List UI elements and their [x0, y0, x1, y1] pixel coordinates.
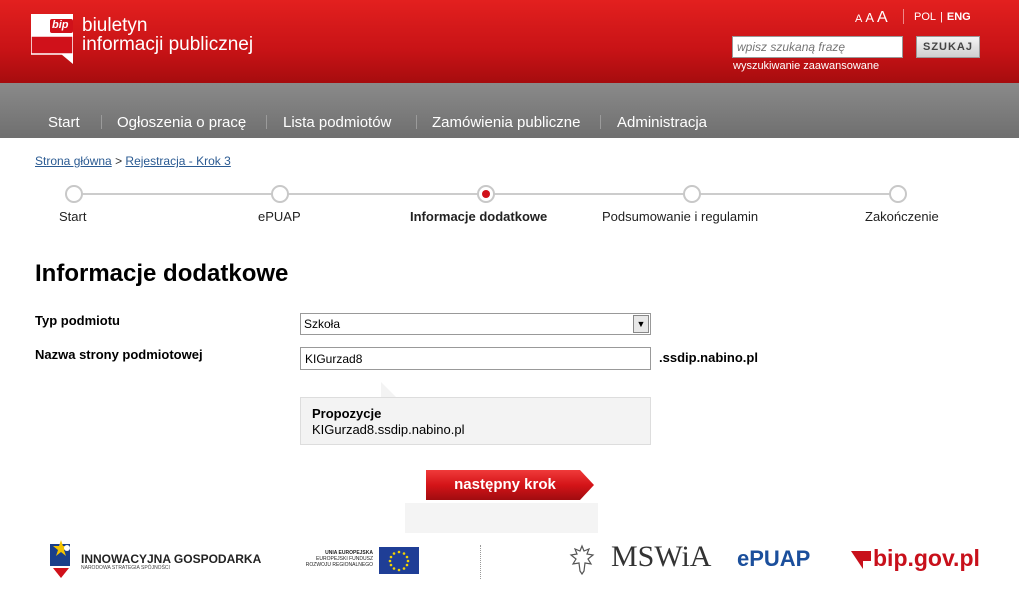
bip-gov-logo[interactable]: bip.gov.pl [873, 545, 980, 572]
logo-line2: informacji publicznej [82, 34, 254, 55]
nav-item-public-orders[interactable]: Zamówienia publiczne [432, 114, 580, 131]
step-dot-start [65, 185, 83, 203]
entity-type-value: Szkoła [304, 317, 341, 331]
domain-suffix: .ssdip.nabino.pl [659, 350, 758, 365]
bip-arrow-icon [851, 551, 871, 574]
suggestions-title: Propozycje [312, 406, 382, 421]
logo-badge: bip [52, 19, 69, 31]
nav-item-administration[interactable]: Administracja [617, 114, 707, 131]
font-size-switcher: AAA [855, 9, 891, 27]
step-dot-additional-info [477, 185, 495, 203]
search-input[interactable] [732, 36, 903, 58]
button-shadow [405, 503, 598, 533]
logo-text[interactable]: biuletyn informacji publicznej [82, 16, 253, 54]
suggestion-pointer [381, 382, 397, 398]
next-step-button[interactable]: następny krok [426, 470, 594, 500]
lang-pol[interactable]: POL [914, 11, 936, 23]
eagle-emblem-icon [569, 544, 595, 581]
search-button[interactable]: SZUKAJ [916, 36, 980, 58]
nav-separator [600, 115, 601, 129]
nav-item-job-offers[interactable]: Ogłoszenia o pracę [117, 114, 246, 131]
mswia-logo[interactable]: MSWiA [611, 540, 711, 574]
step-dot-finish [889, 185, 907, 203]
font-size-large[interactable]: A [877, 9, 888, 26]
step-dot-epuap [271, 185, 289, 203]
font-size-medium[interactable]: A [865, 10, 874, 25]
nav-separator [101, 115, 102, 129]
entity-type-label: Typ podmiotu [35, 313, 120, 328]
eu-flag-icon[interactable] [379, 547, 419, 579]
step-label-finish: Zakończenie [865, 209, 939, 224]
eu-fund-text: UNIA EUROPEJSKA EUROPEJSKI FUNDUSZ ROZWO… [300, 550, 373, 568]
footer-divider [480, 545, 481, 579]
site-name-label: Nazwa strony podmiotowej [35, 347, 203, 362]
chevron-down-icon[interactable]: ▼ [633, 315, 649, 333]
next-step-label: następny krok [454, 476, 556, 493]
innovation-subtitle: NARODOWA STRATEGIA SPÓJNOŚCI [81, 565, 170, 571]
language-switcher: POL | ENG [914, 11, 971, 23]
breadcrumb-home-link[interactable]: Strona główna [35, 154, 112, 168]
lang-eng[interactable]: ENG [947, 11, 971, 23]
innovation-title: INNOWACYJNA GOSPODARKA [81, 552, 262, 566]
site-name-input[interactable]: KIGurzad8 [300, 347, 651, 370]
entity-type-select[interactable]: Szkoła ▼ [300, 313, 651, 335]
innovative-economy-logo[interactable] [47, 538, 75, 585]
step-label-summary: Podsumowanie i regulamin [602, 209, 759, 224]
breadcrumb: Strona główna > Rejestracja - Krok 3 [35, 154, 231, 168]
breadcrumb-current-link[interactable]: Rejestracja - Krok 3 [125, 154, 230, 168]
nav-item-entities[interactable]: Lista podmiotów [283, 114, 391, 131]
font-size-small[interactable]: A [855, 13, 862, 25]
breadcrumb-separator: > [115, 154, 123, 168]
nav-item-start[interactable]: Start [48, 114, 80, 131]
suggestions-box: Propozycje KIGurzad8.ssdip.nabino.pl [300, 397, 651, 445]
step-dot-summary [683, 185, 701, 203]
nav-separator [416, 115, 417, 129]
step-label-start: Start [59, 209, 87, 224]
logo-line1: biuletyn [82, 15, 148, 36]
page-title: Informacje dodatkowe [35, 260, 289, 287]
suggestion-item[interactable]: KIGurzad8.ssdip.nabino.pl [312, 422, 639, 437]
header-divider [903, 9, 904, 24]
nav-separator [266, 115, 267, 129]
bip-logo[interactable]: bip [30, 14, 74, 64]
epuap-logo[interactable]: ePUAP [737, 546, 810, 572]
step-label-additional-info: Informacje dodatkowe [410, 209, 548, 224]
advanced-search-link[interactable]: wyszukiwanie zaawansowane [733, 60, 879, 72]
step-label-epuap: ePUAP [258, 209, 301, 224]
eu-line3: ROZWOJU REGIONALNEGO [305, 562, 373, 568]
